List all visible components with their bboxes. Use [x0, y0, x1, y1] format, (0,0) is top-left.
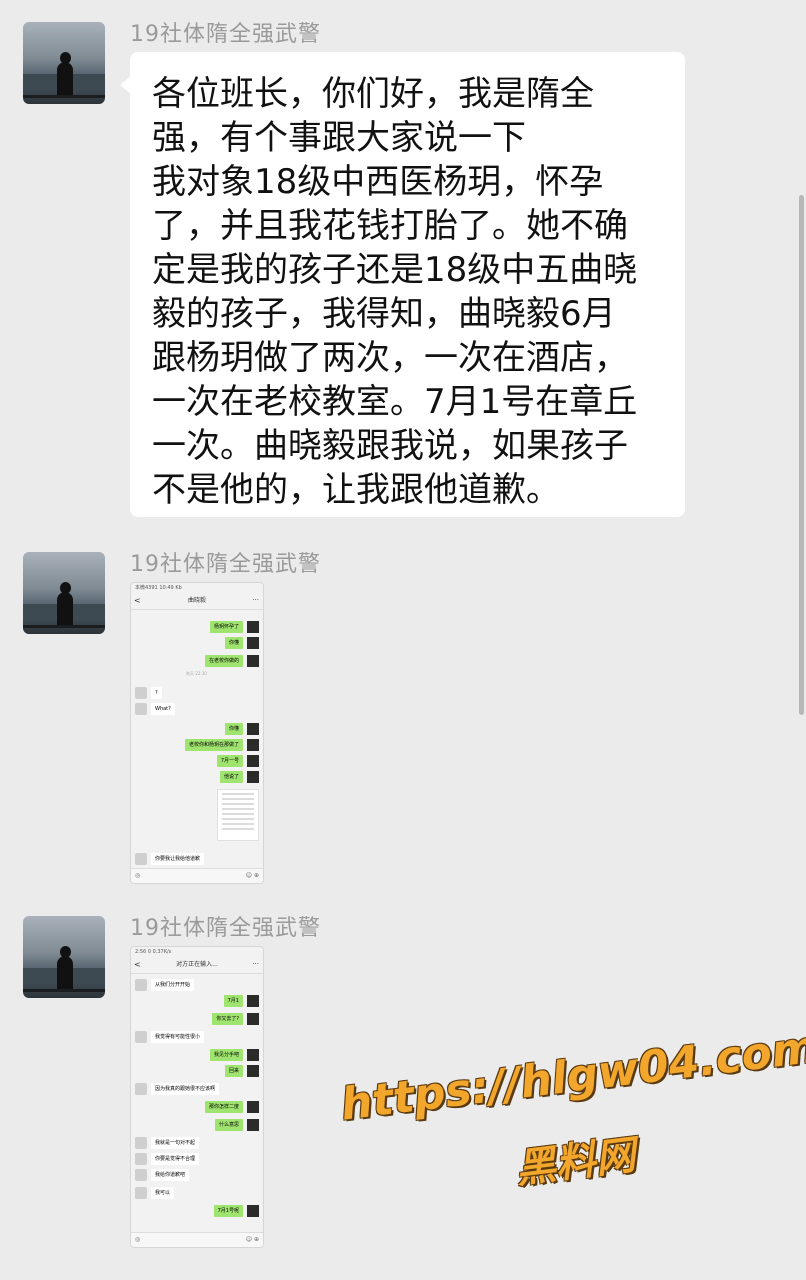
chat-line: 你懂	[135, 723, 259, 737]
voice-icon: ◎	[135, 872, 141, 879]
more-icon: ···	[252, 596, 259, 604]
emoji-plus-icons: ☺ ⊕	[245, 872, 259, 879]
chat-line: 我就是一句对不起	[135, 1137, 259, 1151]
screenshot-status-bar: 2:56 0 0.37K/s	[135, 949, 172, 955]
chat-line: 我觉得有可能性很小	[135, 1031, 259, 1045]
chat-line: 你懂	[135, 637, 259, 651]
emoji-plus-icons: ☺ ⊕	[245, 1236, 259, 1243]
screenshot-input-bar: ◎ ☺ ⊕	[131, 1232, 263, 1247]
screenshot-image-message	[217, 789, 259, 841]
voice-icon: ◎	[135, 1236, 141, 1243]
sender-name: 19社体隋全强武警	[130, 552, 321, 577]
chat-line: 那你怎样二度	[135, 1101, 259, 1115]
chat-line: 我见分手吧	[135, 1049, 259, 1063]
chat-line: ?	[135, 687, 259, 701]
chat-line: 他说了	[135, 771, 259, 785]
screenshot-input-bar: ◎ ☺ ⊕	[131, 868, 263, 883]
chat-line: 什么意思	[135, 1119, 259, 1133]
sender-name: 19社体隋全强武警	[130, 916, 321, 941]
chat-line: 你要是觉得不合理	[135, 1153, 259, 1167]
chat-line: 我给你道歉吧	[135, 1169, 259, 1183]
message-text: 各位班长，你们好，我是隋全 强，有个事跟大家说一下 我对象18级中西医杨玥，怀孕…	[152, 74, 638, 510]
watermark-site-name: 黑料网	[513, 1132, 638, 1193]
screenshot-title-bar: < 曲晓毅 ···	[131, 593, 263, 610]
chat-line: 从我们分开开始	[135, 979, 259, 993]
screenshot-title-bar: < 对方正在输入... ···	[131, 957, 263, 974]
sender-name: 19社体隋全强武警	[130, 22, 321, 47]
chat-line: 老校你和杨玥在那做了	[135, 739, 259, 753]
chat-line: 7月1号呢	[135, 1205, 259, 1219]
chat-line: 杨玥怀孕了	[135, 621, 259, 635]
chat-line: 你又去了?	[135, 1013, 259, 1027]
screenshot-title: 对方正在输入...	[176, 961, 218, 968]
image-message[interactable]: 2:56 0 0.37K/s < 对方正在输入... ··· 从我们分开开始 7…	[130, 946, 264, 1248]
watermark-url: https://hlgw04.com	[338, 1021, 806, 1131]
chat-line: 在老校你做的	[135, 655, 259, 669]
chat-line: 你要我让我给他道歉	[135, 853, 259, 867]
avatar[interactable]	[23, 552, 105, 634]
image-message[interactable]: 本微4391 10:49 Kb < 曲晓毅 ··· 昨天 22:30 杨玥怀孕了…	[130, 582, 264, 884]
screenshot-title: 曲晓毅	[187, 597, 206, 604]
screenshot-time-label: 昨天 22:30	[186, 671, 207, 676]
chat-line: 我可以	[135, 1187, 259, 1201]
chat-line: 7月一号	[135, 755, 259, 769]
text-message-bubble[interactable]: 各位班长，你们好，我是隋全 强，有个事跟大家说一下 我对象18级中西医杨玥，怀孕…	[120, 52, 685, 517]
scrollbar[interactable]	[799, 195, 804, 715]
chat-line: What?	[135, 703, 259, 717]
chat-line: 7月1	[135, 995, 259, 1009]
chat-line: 因为我真的跟她很不应该啊	[135, 1083, 259, 1097]
avatar[interactable]	[23, 22, 105, 104]
avatar[interactable]	[23, 916, 105, 998]
screenshot-status-bar: 本微4391 10:49 Kb	[135, 585, 182, 591]
more-icon: ···	[252, 960, 259, 968]
chat-line: 回来	[135, 1065, 259, 1079]
